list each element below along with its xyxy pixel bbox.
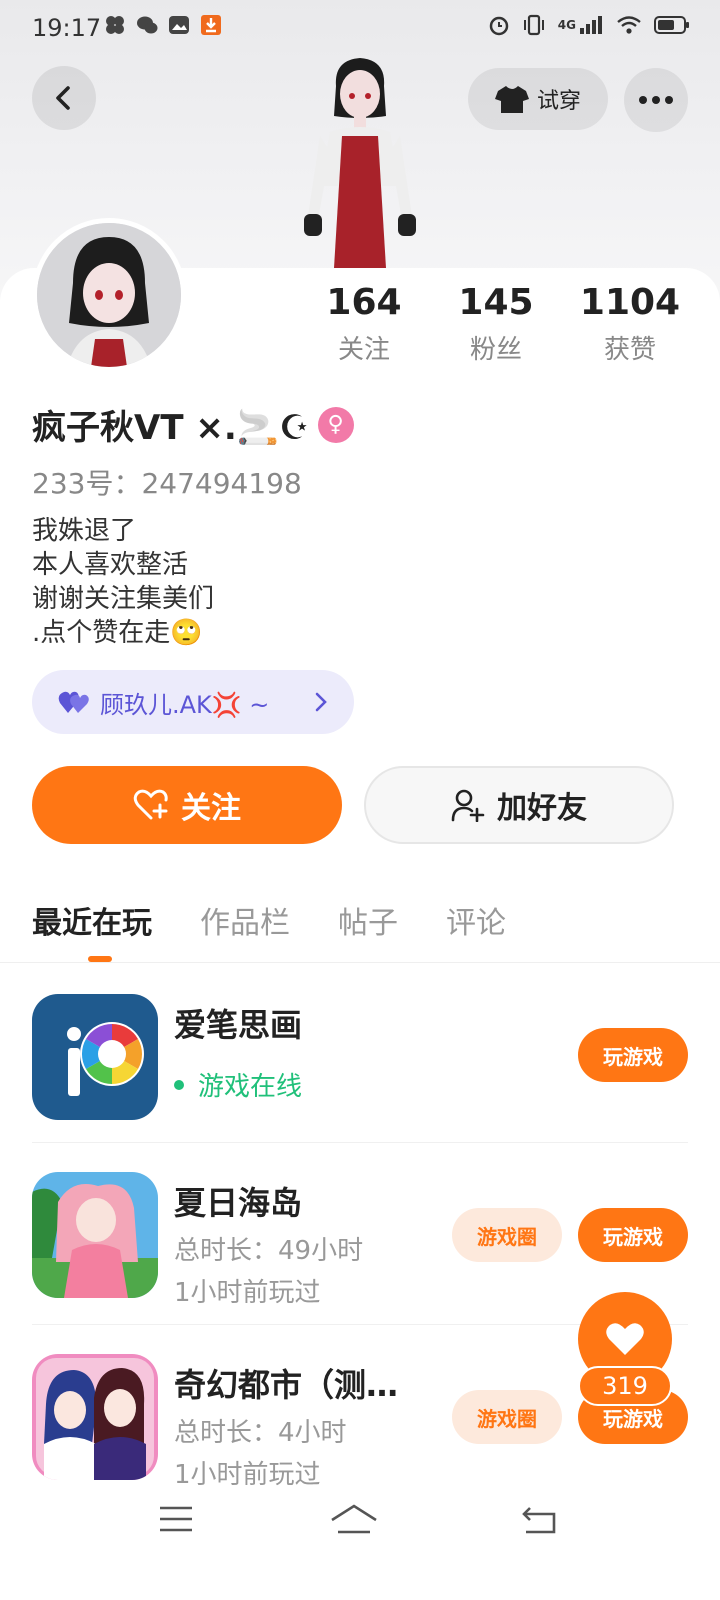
network-type-label: 4G (557, 18, 576, 32)
battery-icon (654, 16, 689, 34)
notification-icons (104, 14, 222, 36)
game-icon-summer-island (32, 1172, 158, 1298)
like-count: 319 (578, 1366, 672, 1406)
bio-line: 我姝退了 (32, 516, 137, 546)
game-circle-button[interactable]: 游戏圈 (452, 1208, 562, 1262)
back-arrow-icon (56, 86, 70, 110)
system-status-icons: 4G (488, 14, 690, 36)
add-friend-button[interactable]: 加好友 (364, 766, 674, 844)
stat-followers[interactable]: 145 粉丝 (426, 282, 566, 366)
app-notification-icon (106, 16, 124, 34)
game-total-duration: 总时长：4小时 (174, 1418, 347, 1448)
relation-tag-label: 顾玖儿.AK💢 ~ (100, 690, 270, 719)
game-online-status: 游戏在线 (174, 1066, 302, 1103)
tab-works[interactable]: 作品栏 (200, 898, 290, 942)
game-title: 奇幻都市（测… (174, 1366, 399, 1404)
stat-value: 164 (326, 282, 402, 323)
heart-icon (606, 1323, 644, 1355)
tab-comments[interactable]: 评论 (446, 898, 506, 942)
try-on-label: 试穿 (536, 89, 581, 114)
play-game-button[interactable]: 玩游戏 (578, 1208, 688, 1262)
stat-value: 1104 (579, 282, 681, 323)
add-user-icon (451, 789, 485, 822)
bio-line: 本人喜欢整活 (32, 550, 189, 580)
stat-label: 获赞 (603, 335, 656, 365)
stat-likes[interactable]: 1104 获赞 (560, 282, 700, 366)
online-dot-icon (174, 1079, 184, 1090)
stat-following[interactable]: 164 关注 (294, 282, 434, 366)
game-icon-ibispaint (32, 994, 158, 1120)
bio-line: 谢谢关注集美们 (32, 584, 215, 614)
play-game-button[interactable]: 玩游戏 (578, 1028, 688, 1082)
status-time: 19:17 (32, 14, 102, 42)
download-icon (201, 15, 221, 35)
profile-tabs: 最近在玩 作品栏 帖子 评论 (32, 898, 506, 942)
female-gender-icon: ♀ (317, 406, 354, 443)
menu-icon[interactable] (158, 1502, 194, 1536)
avatar[interactable] (32, 218, 186, 372)
avatar-3d-figure (304, 58, 416, 268)
stat-label: 粉丝 (469, 335, 522, 365)
bio-line: .点个赞在走🙄 (32, 618, 203, 648)
avatar-image (37, 223, 181, 367)
user-name: 疯子秋VT ×.🚬☪ (32, 408, 310, 448)
more-options-button[interactable] (624, 68, 688, 132)
heart-plus-icon (133, 789, 168, 820)
stat-label: 关注 (337, 335, 390, 365)
follow-button[interactable]: 关注 (32, 766, 342, 844)
game-total-duration: 总时长：49小时 (174, 1236, 364, 1266)
alarm-icon (489, 16, 509, 36)
wifi-icon (617, 16, 641, 34)
stat-value: 145 (458, 282, 534, 323)
divider (32, 1142, 688, 1143)
game-last-played: 1小时前玩过 (174, 1278, 321, 1308)
online-status-label: 游戏在线 (198, 1072, 303, 1102)
follow-label: 关注 (181, 791, 241, 826)
name-row: 疯子秋VT ×.🚬☪ ♀ (32, 400, 354, 449)
user-bio: 我姝退了 本人喜欢整活 谢谢关注集美们 .点个赞在走🙄 (32, 514, 214, 650)
double-heart-icon (58, 691, 89, 713)
tab-recently-played[interactable]: 最近在玩 (32, 898, 152, 942)
try-on-button[interactable]: 试穿 (468, 68, 608, 130)
game-row[interactable]: 爱笔思画 游戏在线 玩游戏 (32, 994, 688, 1120)
wechat-icon (137, 16, 158, 34)
shirt-icon (494, 86, 529, 113)
game-row[interactable]: 夏日海岛 总时长：49小时 1小时前玩过 游戏圈 玩游戏 (32, 1172, 688, 1308)
gallery-icon (169, 16, 189, 34)
back-button[interactable] (32, 66, 96, 130)
status-bar: 19:17 4G (0, 0, 720, 56)
signal-icon (580, 16, 602, 34)
tab-posts[interactable]: 帖子 (338, 898, 398, 942)
game-title: 爱笔思画 (174, 1006, 303, 1044)
return-icon[interactable] (520, 1502, 558, 1536)
add-friend-label: 加好友 (497, 791, 587, 826)
user-id: 233号：247494198 (32, 467, 302, 500)
game-icon-fantasy-city (32, 1354, 158, 1480)
divider (0, 962, 720, 963)
game-title: 夏日海岛 (174, 1184, 303, 1222)
more-dots-icon (639, 96, 673, 104)
relation-tag[interactable]: 顾玖儿.AK💢 ~ (32, 670, 354, 734)
game-circle-button[interactable]: 游戏圈 (452, 1390, 562, 1444)
home-icon[interactable] (330, 1502, 378, 1538)
vibrate-icon (523, 14, 544, 36)
game-last-played: 1小时前玩过 (174, 1460, 321, 1490)
system-nav-bar (0, 1488, 720, 1568)
chevron-right-icon (315, 692, 327, 712)
